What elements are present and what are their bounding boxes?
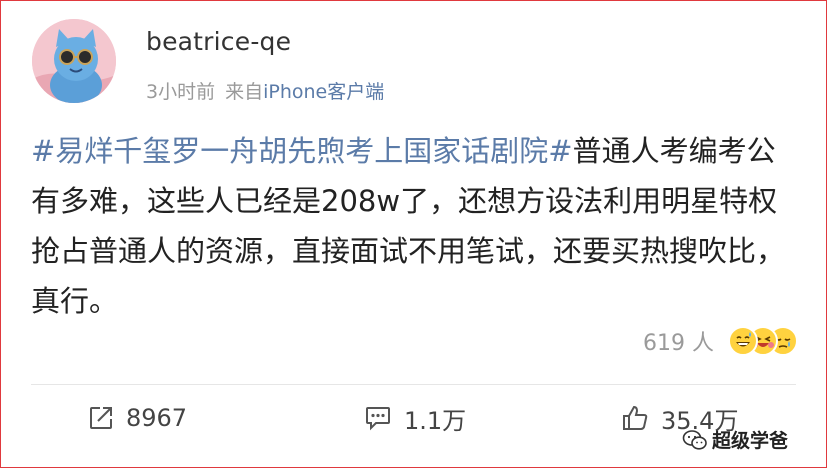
post-content: #易烊千玺罗一舟胡先煦考上国家话剧院#普通人考编考公有多难，这些人已经是208w… xyxy=(31,126,801,326)
source-prefix: 来自 xyxy=(225,81,264,103)
avatar[interactable] xyxy=(32,19,116,103)
comment-count: 1.1万 xyxy=(404,406,467,435)
repost-icon xyxy=(90,407,112,429)
watermark-text: 超级学爸 xyxy=(711,430,788,452)
repost-count: 8967 xyxy=(126,404,188,432)
liker-emojis xyxy=(728,323,798,359)
topic-hashtag-link[interactable]: #易烊千玺罗一舟胡先煦考上国家话剧院# xyxy=(31,134,573,168)
wechat-icon xyxy=(682,429,707,450)
wechat-watermark: 超级学爸 xyxy=(682,426,788,453)
repost-button[interactable]: 8967 xyxy=(88,395,187,441)
thumbs-up-icon xyxy=(623,405,648,430)
source-device-link[interactable]: iPhone客户端 xyxy=(263,81,384,103)
post-time: 3小时前 xyxy=(146,81,216,103)
weibo-post-card: beatrice-qe 3小时前 来自iPhone客户端 #易烊千玺罗一舟胡先煦考… xyxy=(0,0,827,468)
actions-divider xyxy=(31,384,796,385)
post-meta: 3小时前 来自iPhone客户端 xyxy=(146,77,384,104)
likers-count: 619 人 xyxy=(643,331,714,356)
username[interactable]: beatrice-qe xyxy=(146,27,291,56)
comment-button[interactable]: 1.1万 xyxy=(364,395,466,441)
likers-summary[interactable]: 619 人 xyxy=(643,321,798,361)
grinning-sweat-icon xyxy=(728,326,758,356)
comment-icon xyxy=(366,407,390,431)
